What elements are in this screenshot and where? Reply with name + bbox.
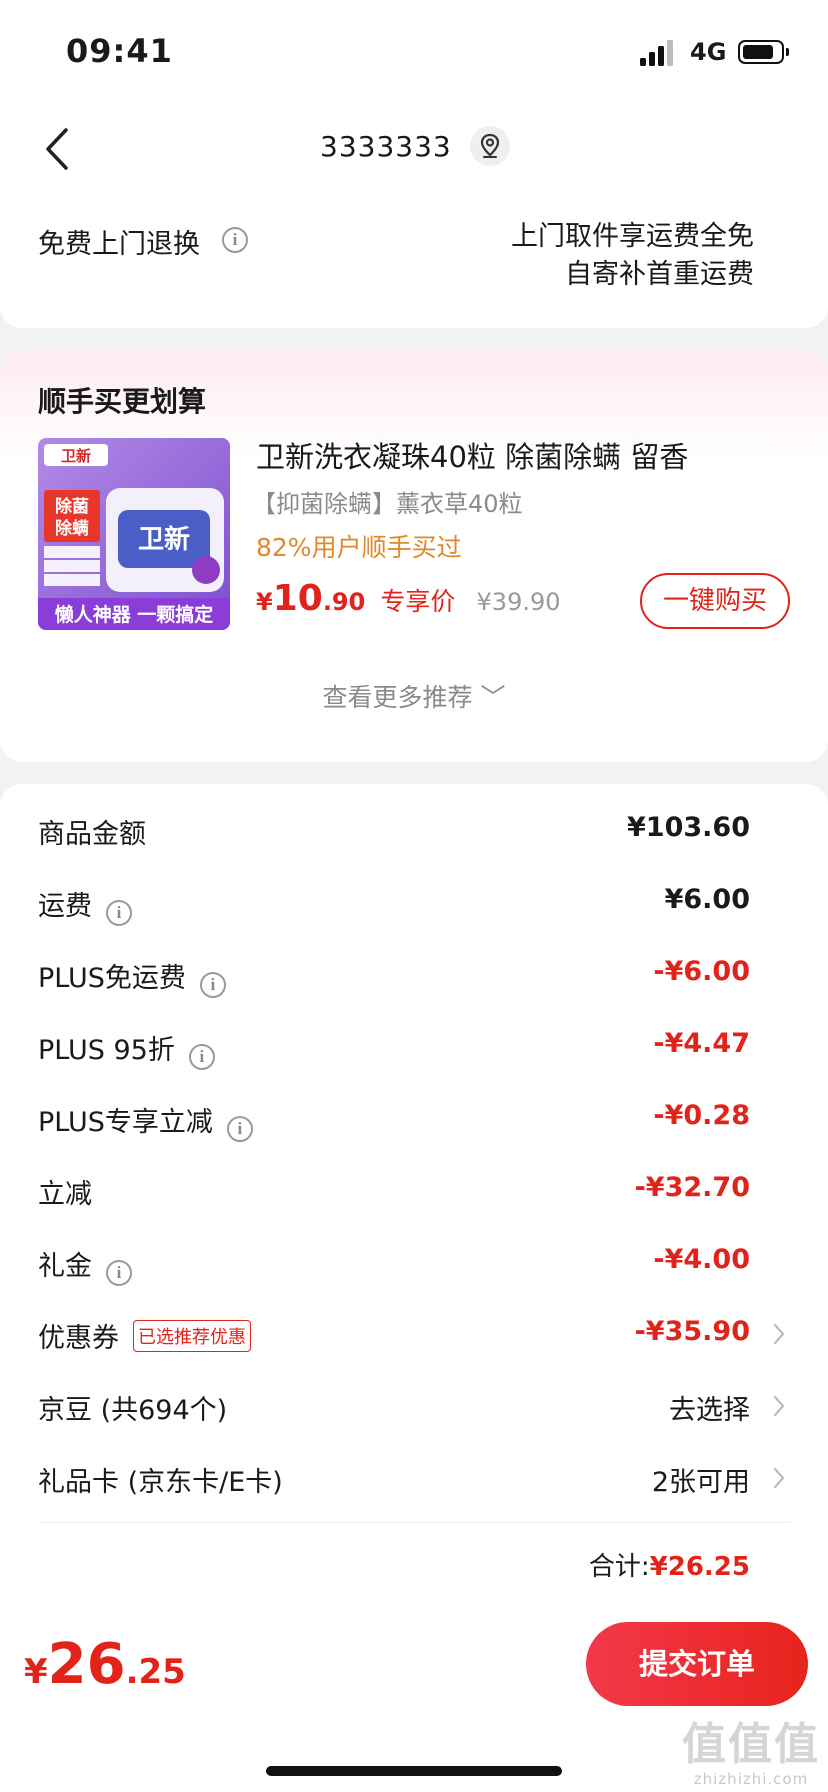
chevron-right-icon[interactable] bbox=[772, 1322, 786, 1346]
recommend-card: 顺手买更划算 卫新 除菌 除螨 卫新 懒人神器 一颗搞定 卫新洗衣凝珠40粒 除… bbox=[0, 350, 828, 762]
coupon-selected-badge: 已选推荐优惠 bbox=[133, 1320, 251, 1352]
status-bar: 09:41 4G bbox=[0, 0, 828, 100]
product-image[interactable]: 卫新 除菌 除螨 卫新 懒人神器 一颗搞定 bbox=[38, 438, 230, 630]
address-card: 3333333 免费上门退换 i 上门取件享运费全免 自寄补首重运费 bbox=[0, 100, 828, 328]
bill-row-value: ¥103.60 bbox=[627, 812, 750, 843]
bill-row-value: -¥35.90 bbox=[634, 1316, 750, 1347]
info-icon[interactable]: i bbox=[226, 1116, 253, 1142]
status-time: 09:41 bbox=[66, 32, 173, 70]
footer-price-int: 26 bbox=[47, 1632, 126, 1697]
bill-row-value: 2张可用 bbox=[651, 1467, 750, 1498]
total-label: 合计: bbox=[588, 1552, 650, 1582]
bill-row-jingdou[interactable]: 京豆 (共694个) 去选择 bbox=[0, 1372, 828, 1444]
footer-price: ¥26.25 bbox=[24, 1632, 186, 1697]
bill-row-plus-instant-cut: PLUS专享立减 i -¥0.28 bbox=[0, 1084, 828, 1156]
bill-card: 商品金额 ¥103.60 运费 i ¥6.00 PLUS免运费 i -¥6.00 P… bbox=[0, 784, 828, 1624]
total-line: 合计:¥26.25 bbox=[589, 1546, 750, 1583]
bill-row-label: PLUS 95折 bbox=[38, 1035, 175, 1066]
bill-row-label: PLUS专享立减 bbox=[38, 1107, 213, 1138]
product-price-row: ¥10.90 专享价 ¥39.90 bbox=[256, 578, 561, 626]
bill-row-gift-card[interactable]: 礼品卡 (京东卡/E卡) 2张可用 bbox=[0, 1444, 828, 1516]
info-icon[interactable]: i bbox=[188, 1044, 215, 1070]
return-desc-line2: 自寄补首重运费 bbox=[565, 259, 754, 290]
submit-order-button[interactable]: 提交订单 bbox=[586, 1622, 808, 1706]
footer-price-dec: .25 bbox=[125, 1652, 186, 1692]
return-desc: 上门取件享运费全免 自寄补首重运费 bbox=[511, 218, 754, 294]
bill-row-value: -¥4.00 bbox=[653, 1244, 750, 1275]
bill-row-shipping: 运费 i ¥6.00 bbox=[0, 868, 828, 940]
product-name[interactable]: 卫新洗衣凝珠40粒 除菌除螨 留香 bbox=[256, 434, 688, 476]
bill-row-gift-money: 礼金 i -¥4.00 bbox=[0, 1228, 828, 1300]
bill-row-label: 商品金额 bbox=[38, 819, 146, 850]
info-icon[interactable]: i bbox=[222, 227, 248, 253]
bill-row-value: -¥6.00 bbox=[653, 956, 750, 987]
bill-row-label: 京豆 (共694个) bbox=[38, 1395, 228, 1426]
product-brand-text: 卫新 bbox=[61, 447, 91, 465]
watermark-url: zhizhizhi.com bbox=[693, 1770, 809, 1788]
price-symbol: ¥ bbox=[256, 588, 273, 616]
bill-row-label: 立减 bbox=[38, 1179, 92, 1210]
signal-icon bbox=[640, 40, 673, 66]
original-price: ¥39.90 bbox=[476, 588, 561, 616]
product-spec: 【抑菌除螨】薰衣草40粒 bbox=[252, 490, 523, 518]
free-return-label: 免费上门退换 bbox=[38, 229, 200, 260]
battery-icon bbox=[738, 40, 789, 64]
price-int: 10 bbox=[272, 578, 323, 619]
product-bought-rate: 82%用户顺手买过 bbox=[256, 533, 462, 562]
bill-row-value: ¥6.00 bbox=[664, 884, 750, 915]
watermark: 值值值 zhizhizhi.com bbox=[678, 1708, 824, 1788]
bill-row-label: 礼品卡 (京东卡/E卡) bbox=[38, 1467, 283, 1498]
bill-row-label: 优惠券 bbox=[38, 1323, 119, 1354]
bill-row-coupon[interactable]: 优惠券 已选推荐优惠 -¥35.90 bbox=[0, 1300, 828, 1372]
price-dec: .90 bbox=[322, 588, 366, 616]
address-title[interactable]: 3333333 bbox=[320, 130, 452, 163]
bill-row-plus-free-shipping: PLUS免运费 i -¥6.00 bbox=[0, 940, 828, 1012]
bill-row-value: 去选择 bbox=[669, 1395, 750, 1426]
info-icon[interactable]: i bbox=[106, 900, 132, 926]
bill-row-value: -¥4.47 bbox=[653, 1028, 750, 1059]
svg-text:除螨: 除螨 bbox=[55, 518, 89, 539]
chevron-right-icon[interactable] bbox=[772, 1466, 786, 1490]
info-icon[interactable]: i bbox=[106, 1260, 132, 1286]
location-pin-icon[interactable] bbox=[470, 126, 510, 166]
more-recommend-link[interactable]: 查看更多推荐 ﹀ bbox=[0, 678, 828, 714]
recommend-title: 顺手买更划算 bbox=[38, 385, 207, 418]
info-icon[interactable]: i bbox=[199, 972, 226, 998]
bill-row-value: -¥0.28 bbox=[653, 1100, 750, 1131]
svg-text:卫新: 卫新 bbox=[138, 524, 190, 555]
network-label: 4G bbox=[690, 38, 727, 66]
home-indicator[interactable] bbox=[266, 1766, 562, 1776]
bill-row-goods-amount: 商品金额 ¥103.60 bbox=[0, 796, 828, 868]
bill-row-plus-discount: PLUS 95折 i -¥4.47 bbox=[0, 1012, 828, 1084]
checkout-bar: ¥26.25 提交订单 值值值 zhizhizhi.com bbox=[0, 1612, 828, 1792]
back-arrow-icon[interactable] bbox=[42, 126, 72, 172]
divider bbox=[38, 1522, 790, 1523]
svg-text:除菌: 除菌 bbox=[55, 496, 89, 517]
chevron-right-icon[interactable] bbox=[772, 1394, 786, 1418]
bill-row-label: PLUS免运费 bbox=[38, 963, 186, 994]
svg-text:懒人神器 一颗搞定: 懒人神器 一颗搞定 bbox=[55, 603, 214, 626]
price-tag: 专享价 bbox=[380, 587, 456, 616]
watermark-logo: 值值值 bbox=[682, 1719, 820, 1770]
bill-row-label: 运费 bbox=[38, 891, 92, 922]
bill-row-value: -¥32.70 bbox=[634, 1172, 750, 1203]
total-value: ¥26.25 bbox=[649, 1552, 750, 1582]
return-desc-line1: 上门取件享运费全免 bbox=[511, 221, 754, 252]
one-click-buy-button[interactable]: 一键购买 bbox=[640, 573, 790, 629]
bill-row-instant-cut: 立减 -¥32.70 bbox=[0, 1156, 828, 1228]
bill-row-label: 礼金 bbox=[38, 1251, 92, 1282]
footer-price-symbol: ¥ bbox=[24, 1652, 48, 1692]
